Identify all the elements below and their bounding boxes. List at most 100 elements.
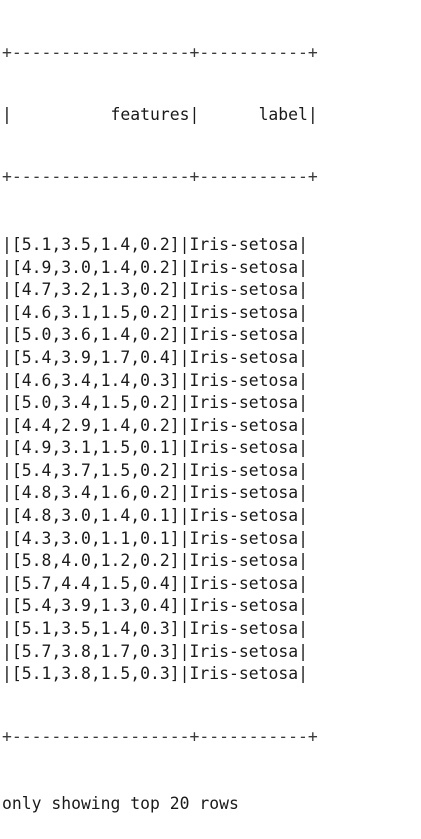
- cell-separator: |: [179, 460, 190, 480]
- cell-separator: |: [2, 370, 12, 390]
- features-cell: [5.4,3.9,1.7,0.4]: [11, 347, 180, 367]
- features-cell: [4.7,3.2,1.3,0.2]: [11, 280, 180, 300]
- cell-separator: |: [298, 438, 308, 458]
- table-row: |[5.7,4.4,1.5,0.4]|Iris-setosa|: [2, 573, 318, 596]
- table-row: |[5.8,4.0,1.2,0.2]|Iris-setosa|: [2, 550, 318, 573]
- table-row: |[5.1,3.5,1.4,0.3]|Iris-setosa|: [2, 618, 318, 641]
- cell-separator: |: [298, 528, 308, 548]
- features-cell: [4.3,3.0,1.1,0.1]: [11, 528, 180, 548]
- features-cell: [5.4,3.9,1.3,0.4]: [11, 596, 180, 616]
- cell-separator: |: [2, 415, 12, 435]
- cell-separator: |: [179, 415, 190, 435]
- table-header: | features| label|: [2, 104, 318, 124]
- cell-separator: |: [2, 347, 12, 367]
- features-cell: [4.8,3.4,1.6,0.2]: [11, 483, 180, 503]
- features-cell: [5.0,3.6,1.4,0.2]: [11, 325, 180, 345]
- cell-separator: |: [298, 234, 308, 254]
- cell-separator: |: [2, 257, 12, 277]
- cell-separator: |: [2, 302, 12, 322]
- cell-separator: |: [2, 234, 12, 254]
- cell-separator: |: [298, 641, 308, 661]
- features-cell: [4.6,3.4,1.4,0.3]: [11, 370, 180, 390]
- cell-separator: |: [2, 438, 12, 458]
- table-row: |[4.8,3.0,1.4,0.1]|Iris-setosa|: [2, 505, 318, 528]
- label-cell: Iris-setosa: [189, 302, 299, 322]
- cell-separator: |: [2, 641, 12, 661]
- cell-separator: |: [179, 619, 190, 639]
- cell-separator: |: [179, 302, 190, 322]
- features-cell: [4.8,3.0,1.4,0.1]: [11, 506, 180, 526]
- features-cell: [5.8,4.0,1.2,0.2]: [11, 551, 180, 571]
- label-cell: Iris-setosa: [189, 664, 299, 684]
- features-cell: [5.1,3.5,1.4,0.3]: [11, 619, 180, 639]
- cell-separator: |: [179, 483, 190, 503]
- cell-separator: |: [2, 280, 12, 300]
- features-cell: [5.7,3.8,1.7,0.3]: [11, 641, 180, 661]
- table-row: |[5.7,3.8,1.7,0.3]|Iris-setosa|: [2, 641, 318, 664]
- cell-separator: |: [2, 664, 12, 684]
- cell-separator: |: [179, 438, 190, 458]
- cell-separator: |: [298, 325, 308, 345]
- label-cell: Iris-setosa: [189, 415, 299, 435]
- label-cell: Iris-setosa: [189, 551, 299, 571]
- label-cell: Iris-setosa: [189, 347, 299, 367]
- features-cell: [4.9,3.0,1.4,0.2]: [11, 257, 180, 277]
- label-cell: Iris-setosa: [189, 483, 299, 503]
- cell-separator: |: [298, 347, 308, 367]
- cell-separator: |: [298, 415, 308, 435]
- cell-separator: |: [179, 596, 190, 616]
- label-cell: Iris-setosa: [189, 506, 299, 526]
- table-row: |[5.1,3.5,1.4,0.2]|Iris-setosa|: [2, 234, 318, 257]
- label-cell: Iris-setosa: [189, 460, 299, 480]
- table-top-border: +------------------+-----------+: [2, 43, 318, 63]
- label-cell: Iris-setosa: [189, 619, 299, 639]
- features-cell: [5.4,3.7,1.5,0.2]: [11, 460, 180, 480]
- table-row: |[5.4,3.9,1.3,0.4]|Iris-setosa|: [2, 595, 318, 618]
- features-cell: [4.6,3.1,1.5,0.2]: [11, 302, 180, 322]
- footer-note: only showing top 20 rows: [2, 794, 239, 814]
- table-row: |[4.4,2.9,1.4,0.2]|Iris-setosa|: [2, 415, 318, 438]
- cell-separator: |: [179, 528, 190, 548]
- label-cell: Iris-setosa: [189, 325, 299, 345]
- cell-separator: |: [179, 506, 190, 526]
- cell-separator: |: [2, 596, 12, 616]
- table-row: |[4.6,3.1,1.5,0.2]|Iris-setosa|: [2, 302, 318, 325]
- table-row: |[5.1,3.8,1.5,0.3]|Iris-setosa|: [2, 663, 318, 686]
- features-cell: [5.1,3.8,1.5,0.3]: [11, 664, 180, 684]
- cell-separator: |: [2, 506, 12, 526]
- label-cell: Iris-setosa: [189, 280, 299, 300]
- cell-separator: |: [2, 483, 12, 503]
- label-cell: Iris-setosa: [189, 528, 299, 548]
- cell-separator: |: [179, 257, 190, 277]
- label-cell: Iris-setosa: [189, 370, 299, 390]
- cell-separator: |: [179, 347, 190, 367]
- table-header-border: +------------------+-----------+: [2, 167, 318, 187]
- table-body: |[5.1,3.5,1.4,0.2]|Iris-setosa| |[4.9,3.0…: [2, 234, 318, 686]
- features-cell: [5.0,3.4,1.5,0.2]: [11, 393, 180, 413]
- cell-separator: |: [179, 393, 190, 413]
- cell-separator: |: [2, 393, 12, 413]
- cell-separator: |: [298, 257, 308, 277]
- cell-separator: |: [179, 370, 190, 390]
- features-cell: [5.1,3.5,1.4,0.2]: [11, 234, 180, 254]
- table-bottom-border: +------------------+-----------+: [2, 727, 318, 746]
- table-row: |[4.8,3.4,1.6,0.2]|Iris-setosa|: [2, 482, 318, 505]
- cell-separator: |: [179, 234, 190, 254]
- cell-separator: |: [2, 528, 12, 548]
- table-row: |[4.9,3.0,1.4,0.2]|Iris-setosa|: [2, 257, 318, 280]
- cell-separator: |: [2, 551, 12, 571]
- cell-separator: |: [298, 664, 308, 684]
- label-cell: Iris-setosa: [189, 641, 299, 661]
- table-row: |[5.4,3.7,1.5,0.2]|Iris-setosa|: [2, 460, 318, 483]
- cell-separator: |: [179, 664, 190, 684]
- label-cell: Iris-setosa: [189, 257, 299, 277]
- features-cell: [4.9,3.1,1.5,0.1]: [11, 438, 180, 458]
- cell-separator: |: [179, 280, 190, 300]
- cell-separator: |: [298, 302, 308, 322]
- cell-separator: |: [298, 460, 308, 480]
- label-cell: Iris-setosa: [189, 596, 299, 616]
- cell-separator: |: [179, 325, 190, 345]
- cell-separator: |: [298, 483, 308, 503]
- cell-separator: |: [298, 280, 308, 300]
- cell-separator: |: [298, 619, 308, 639]
